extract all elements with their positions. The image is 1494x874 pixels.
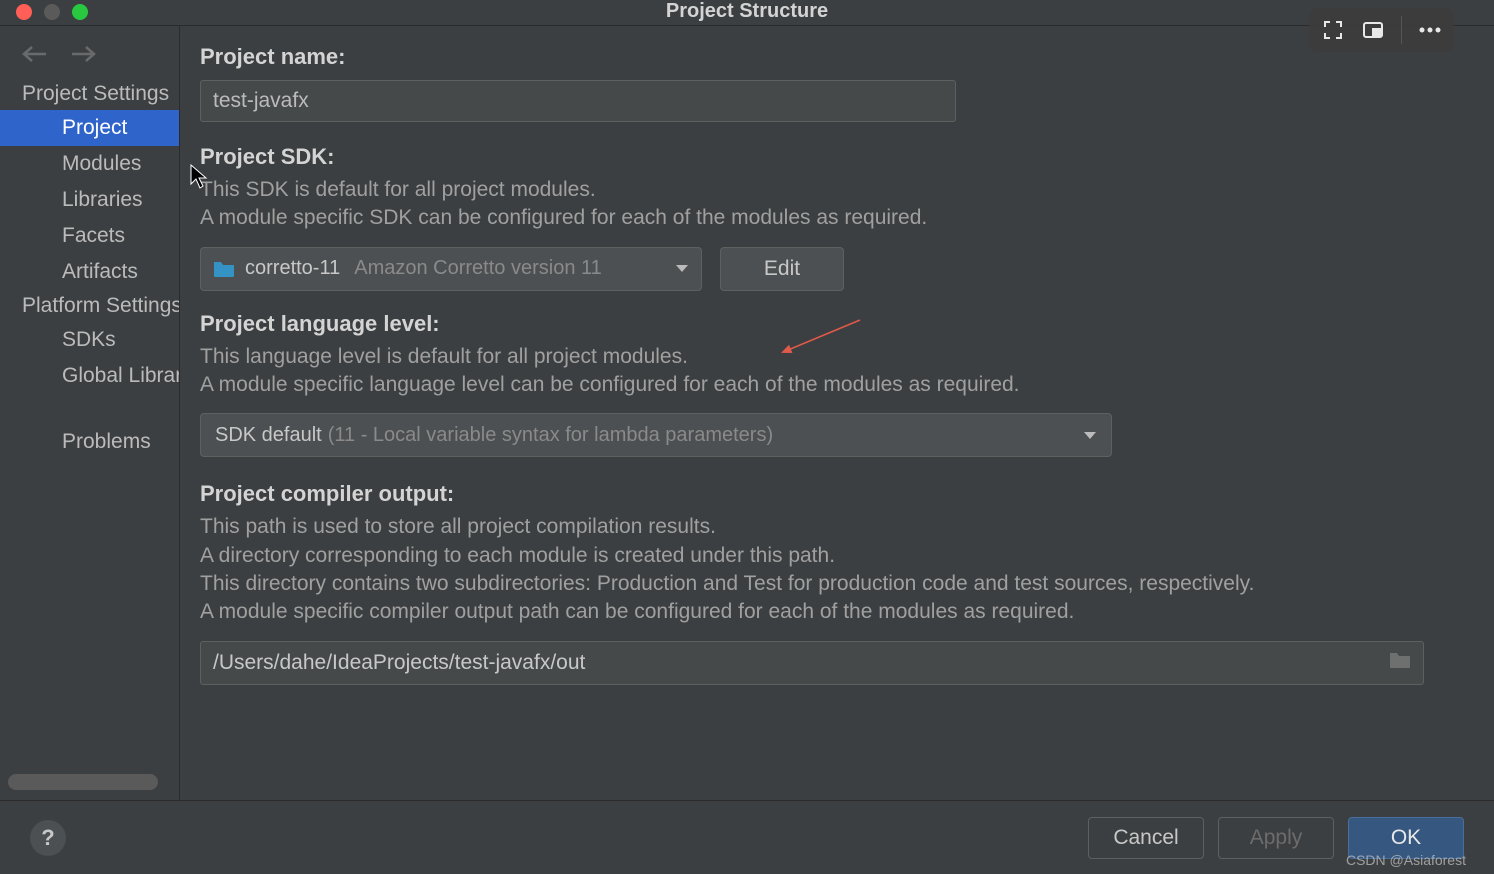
chevron-down-icon [675, 257, 689, 280]
overlay-toolbar [1309, 8, 1454, 52]
project-name-label: Project name: [200, 44, 1474, 70]
forward-button[interactable] [70, 44, 98, 64]
sdk-version: Amazon Corretto version 11 [354, 257, 665, 280]
close-window-button[interactable] [16, 4, 32, 20]
cancel-button[interactable]: Cancel [1088, 817, 1204, 859]
project-sdk-label: Project SDK: [200, 144, 1474, 170]
language-level-primary: SDK default [215, 424, 322, 447]
language-level-desc-2: A module specific language level can be … [200, 371, 1474, 399]
sidebar-heading-project-settings: Project Settings [0, 78, 179, 110]
browse-folder-icon[interactable] [1389, 651, 1411, 675]
sidebar-heading-platform-settings: Platform Settings [0, 290, 179, 322]
language-level-select[interactable]: SDK default (11 - Local variable syntax … [200, 413, 1112, 457]
toolbar-separator [1401, 16, 1402, 44]
chevron-down-icon [1083, 424, 1097, 447]
language-level-label: Project language level: [200, 311, 1474, 337]
language-level-desc-1: This language level is default for all p… [200, 343, 1474, 371]
sidebar-item-facets[interactable]: Facets [0, 218, 179, 254]
sidebar-item-artifacts[interactable]: Artifacts [0, 254, 179, 290]
window-title: Project Structure [666, 0, 828, 23]
compiler-output-field[interactable]: /Users/dahe/IdeaProjects/test-javafx/out [200, 641, 1424, 685]
sidebar-item-modules[interactable]: Modules [0, 146, 179, 182]
project-name-input[interactable] [200, 80, 956, 122]
sidebar-item-sdks[interactable]: SDKs [0, 322, 179, 358]
sidebar-item-project[interactable]: Project [0, 110, 179, 146]
sdk-name: corretto-11 [245, 257, 340, 280]
minimize-window-button[interactable] [44, 4, 60, 20]
picture-in-picture-icon[interactable] [1361, 18, 1385, 42]
titlebar: Project Structure [0, 0, 1494, 26]
sidebar-item-global-libraries[interactable]: Global Libraries [0, 358, 179, 394]
sidebar: Project Settings Project Modules Librari… [0, 26, 180, 800]
compiler-output-label: Project compiler output: [200, 481, 1474, 507]
help-button[interactable]: ? [30, 820, 66, 856]
folder-icon [213, 260, 235, 278]
fullscreen-icon[interactable] [1321, 18, 1345, 42]
zoom-window-button[interactable] [72, 4, 88, 20]
traffic-lights [16, 4, 88, 20]
back-button[interactable] [20, 44, 48, 64]
edit-sdk-button[interactable]: Edit [720, 247, 844, 291]
project-sdk-desc-1: This SDK is default for all project modu… [200, 176, 1474, 204]
horizontal-scrollbar[interactable] [8, 774, 158, 790]
sidebar-item-problems[interactable]: Problems [0, 424, 179, 460]
project-sdk-select[interactable]: corretto-11 Amazon Corretto version 11 [200, 247, 702, 291]
footer: ? Cancel Apply OK [0, 800, 1494, 874]
apply-button[interactable]: Apply [1218, 817, 1334, 859]
compiler-output-desc-3: This directory contains two subdirectori… [200, 570, 1474, 598]
language-level-secondary: (11 - Local variable syntax for lambda p… [328, 424, 773, 447]
more-icon[interactable] [1418, 26, 1442, 34]
compiler-output-desc-4: A module specific compiler output path c… [200, 598, 1474, 626]
content-panel: Project name: Project SDK: This SDK is d… [180, 26, 1494, 800]
project-sdk-desc-2: A module specific SDK can be configured … [200, 204, 1474, 232]
compiler-output-desc-2: A directory corresponding to each module… [200, 542, 1474, 570]
compiler-output-desc-1: This path is used to store all project c… [200, 513, 1474, 541]
watermark: CSDN @Asiaforest [1346, 852, 1466, 868]
sidebar-item-libraries[interactable]: Libraries [0, 182, 179, 218]
compiler-output-path: /Users/dahe/IdeaProjects/test-javafx/out [213, 651, 1389, 675]
